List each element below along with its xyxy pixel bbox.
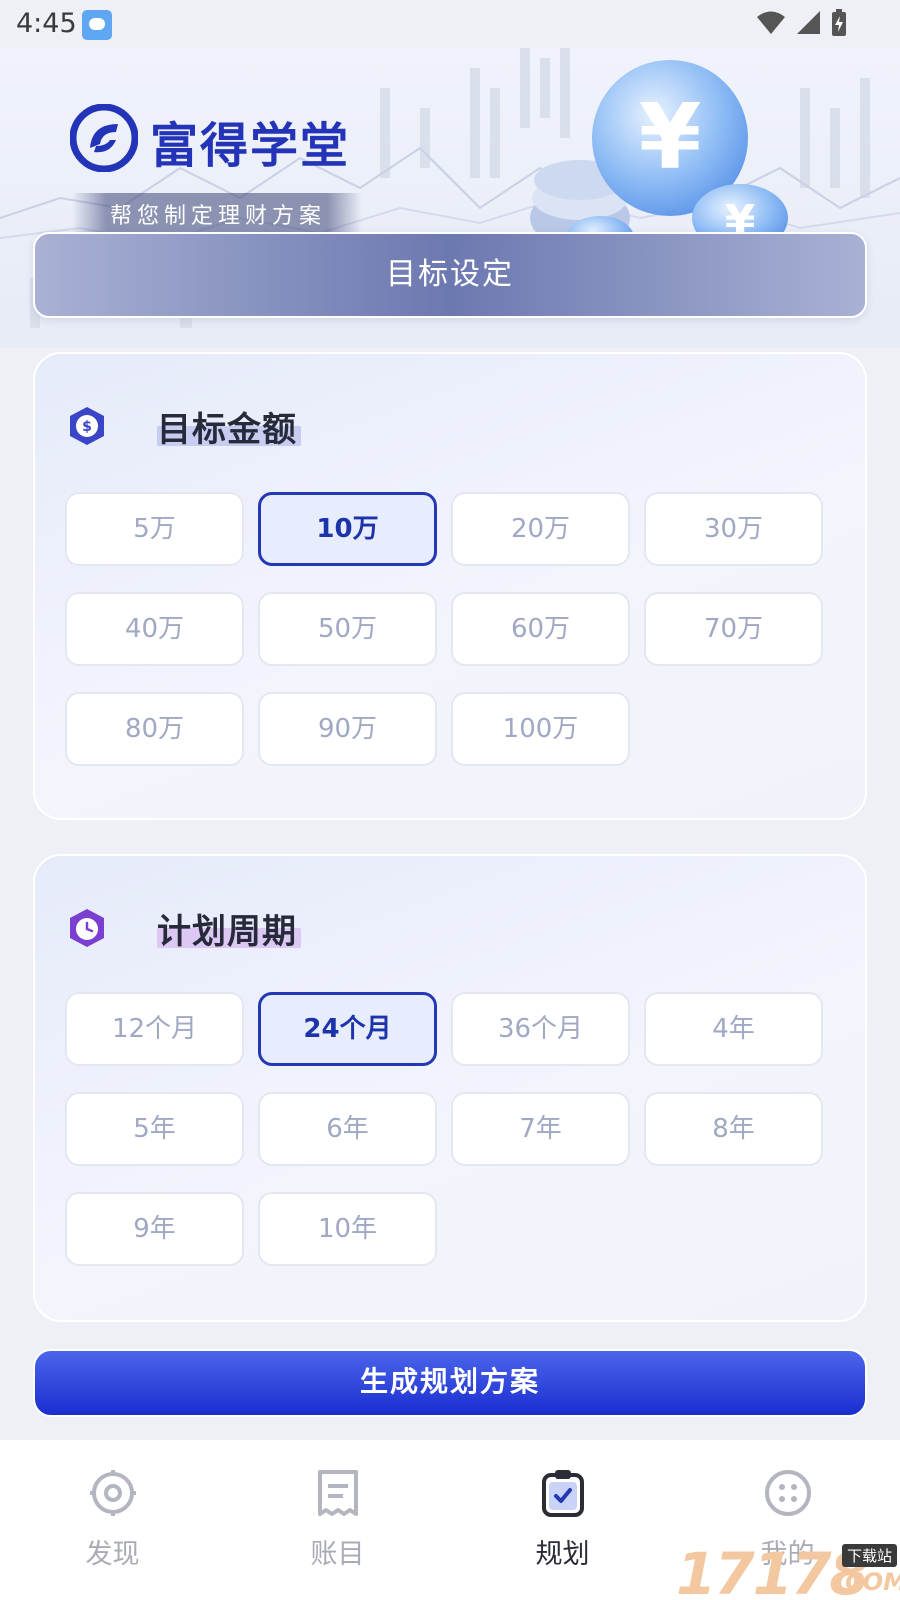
status-bar: 4:45 <box>0 0 900 48</box>
amount-option[interactable]: 5万 <box>65 492 244 566</box>
dollar-shield-icon: $ <box>70 407 104 445</box>
watermark-logo: 17178 下载站 .COM <box>676 1540 900 1600</box>
period-option[interactable]: 7年 <box>451 1092 630 1166</box>
plan-period-card: 计划周期 12个月 24个月 36个月 4年 5年 6年 7年 8年 9年 10… <box>33 854 867 1322</box>
section-title-bar: 目标设定 <box>33 232 867 318</box>
brand-tagline: 帮您制定理财方案 <box>110 204 327 229</box>
yuan-coins-illustration: ¥ ¥ <box>530 60 788 248</box>
period-option[interactable]: 12个月 <box>65 992 244 1066</box>
status-icons <box>752 9 848 37</box>
amount-option[interactable]: 70万 <box>644 592 823 666</box>
clipboard-check-icon <box>542 1470 584 1517</box>
battery-icon <box>832 9 846 36</box>
nav-item-discover[interactable]: 发现 <box>0 1440 225 1600</box>
svg-text:$: $ <box>82 419 92 435</box>
brand-name: 富得学堂 <box>150 118 351 174</box>
period-option[interactable]: 6年 <box>258 1092 437 1166</box>
nav-label-accounts: 账目 <box>310 1539 365 1570</box>
signal-icon <box>796 11 820 34</box>
period-option[interactable]: 5年 <box>65 1092 244 1166</box>
amount-option[interactable]: 30万 <box>644 492 823 566</box>
dots-grid-icon <box>765 1470 811 1516</box>
amount-option[interactable]: 100万 <box>451 692 630 766</box>
nav-label-planning: 规划 <box>535 1539 590 1570</box>
watermark-com: .COM <box>836 1568 900 1596</box>
svg-text:¥: ¥ <box>639 85 702 190</box>
amount-option[interactable]: 60万 <box>451 592 630 666</box>
receipt-icon <box>318 1470 358 1516</box>
generate-plan-button[interactable]: 生成规划方案 <box>33 1349 867 1417</box>
period-option[interactable]: 24个月 <box>258 992 437 1066</box>
nav-item-planning[interactable]: 规划 <box>450 1440 675 1600</box>
status-time: 4:45 <box>16 8 77 39</box>
period-option[interactable]: 9年 <box>65 1192 244 1266</box>
period-option[interactable]: 4年 <box>644 992 823 1066</box>
target-amount-card: $ 目标金额 5万 10万 20万 30万 40万 50万 60万 70万 80… <box>33 352 867 820</box>
section-title: 目标设定 <box>386 257 514 292</box>
app-notification-icon <box>82 10 112 40</box>
amount-option[interactable]: 40万 <box>65 592 244 666</box>
amount-option[interactable]: 20万 <box>451 492 630 566</box>
amount-option[interactable]: 50万 <box>258 592 437 666</box>
amount-option[interactable]: 10万 <box>258 492 437 566</box>
plan-period-title: 计划周期 <box>157 912 297 952</box>
period-option[interactable]: 10年 <box>258 1192 437 1266</box>
period-option[interactable]: 36个月 <box>451 992 630 1066</box>
target-amount-title: 目标金额 <box>157 410 297 450</box>
wifi-icon <box>756 11 785 34</box>
target-icon <box>90 1470 136 1516</box>
brand-logo-icon <box>70 104 138 172</box>
period-option[interactable]: 8年 <box>644 1092 823 1166</box>
alarm-clock-icon <box>70 909 104 947</box>
amount-option[interactable]: 90万 <box>258 692 437 766</box>
amount-option[interactable]: 80万 <box>65 692 244 766</box>
nav-label-discover: 发现 <box>85 1539 140 1570</box>
nav-item-accounts[interactable]: 账目 <box>225 1440 450 1600</box>
watermark-small-label: 下载站 <box>842 1544 898 1567</box>
